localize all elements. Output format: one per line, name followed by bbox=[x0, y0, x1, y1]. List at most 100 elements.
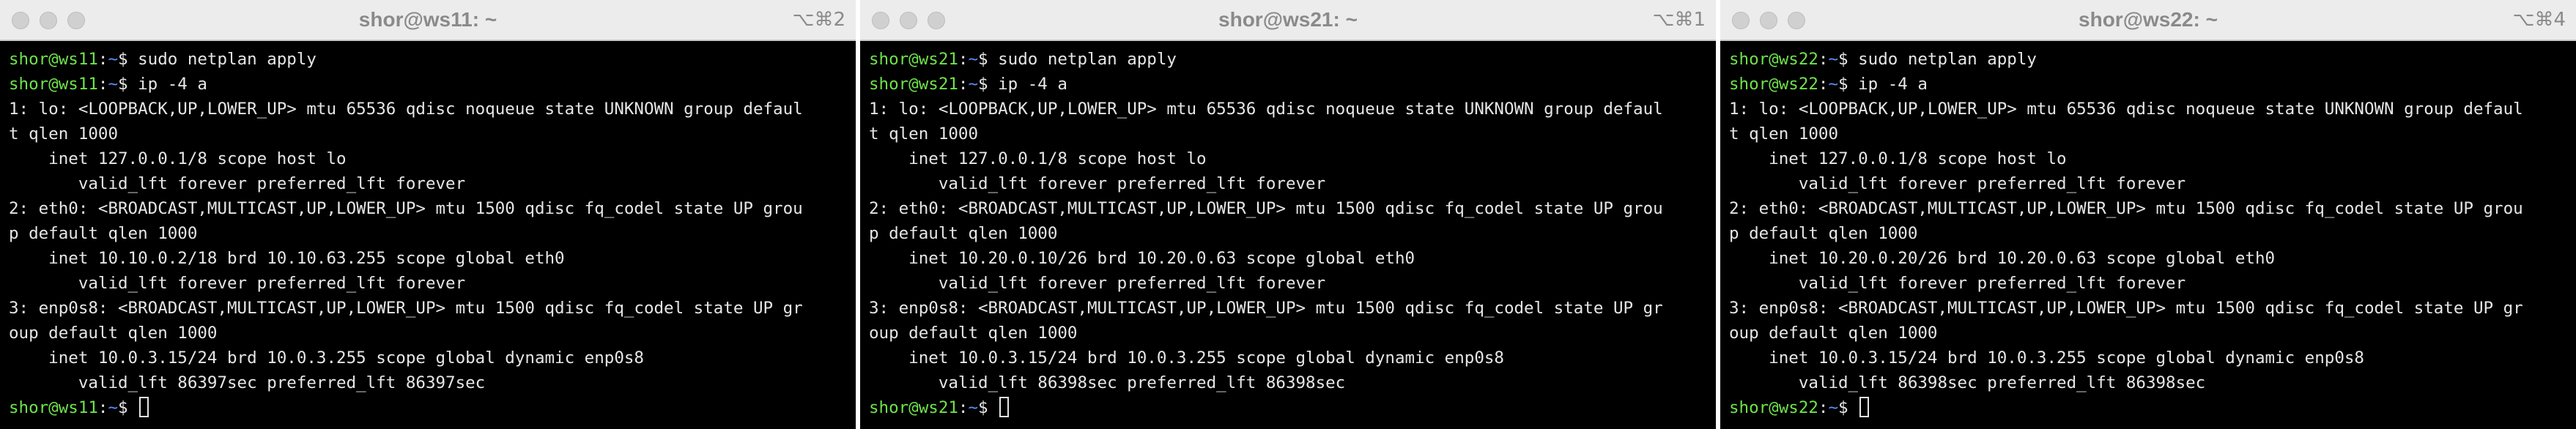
prompt-line: shor@ws11:~$ ip -4 a bbox=[9, 72, 856, 97]
output-line: valid_lft 86398sec preferred_lft 86398se… bbox=[1729, 373, 2206, 392]
prompt-separator: : bbox=[97, 50, 108, 69]
prompt-symbol: $ bbox=[118, 398, 128, 417]
prompt-symbol: $ bbox=[1838, 398, 1848, 417]
command-text: ip -4 a bbox=[1858, 75, 1928, 94]
prompt-line: shor@ws22:~$ bbox=[1729, 395, 2576, 420]
prompt-path: ~ bbox=[1828, 398, 1839, 417]
prompt-path: ~ bbox=[1828, 75, 1839, 94]
output-line: valid_lft forever preferred_lft forever bbox=[9, 274, 466, 293]
prompt-path: ~ bbox=[968, 50, 979, 69]
prompt-line: shor@ws11:~$ bbox=[9, 395, 856, 420]
output-line: 1: lo: <LOOPBACK,UP,LOWER_UP> mtu 65536 … bbox=[1729, 100, 2523, 119]
output-line: inet 127.0.0.1/8 scope host lo bbox=[1729, 149, 2067, 168]
command-text: ip -4 a bbox=[138, 75, 207, 94]
output-line: p default qlen 1000 bbox=[869, 224, 1058, 243]
prompt-line: shor@ws21:~$ sudo netplan apply bbox=[869, 47, 1716, 72]
output-line: 2: eth0: <BROADCAST,MULTICAST,UP,LOWER_U… bbox=[9, 199, 803, 218]
window-shortcut: ⌥⌘1 bbox=[1652, 9, 1706, 31]
output-line: valid_lft forever preferred_lft forever bbox=[9, 174, 466, 193]
window-title: shor@ws21: ~ bbox=[1218, 8, 1358, 31]
output-line: 3: enp0s8: <BROADCAST,MULTICAST,UP,LOWER… bbox=[1729, 299, 2523, 318]
output-line: valid_lft 86397sec preferred_lft 86397se… bbox=[9, 373, 486, 392]
prompt-user-host: shor@ws11 bbox=[9, 75, 98, 94]
prompt-line: shor@ws21:~$ ip -4 a bbox=[869, 72, 1716, 97]
window-shortcut: ⌥⌘2 bbox=[792, 9, 845, 31]
cursor-block[interactable] bbox=[999, 397, 1010, 417]
output-line: inet 10.20.0.10/26 brd 10.20.0.63 scope … bbox=[869, 249, 1415, 268]
terminal-output[interactable]: shor@ws21:~$ sudo netplan apply shor@ws21… bbox=[860, 41, 1716, 420]
prompt-path: ~ bbox=[108, 75, 119, 94]
output-line: inet 10.0.3.15/24 brd 10.0.3.255 scope g… bbox=[9, 348, 644, 368]
prompt-separator: : bbox=[958, 50, 969, 69]
prompt-separator: : bbox=[958, 75, 969, 94]
terminal-window-ws11[interactable]: shor@ws11: ~ ⌥⌘2 shor@ws11:~$ sudo netpl… bbox=[0, 0, 856, 429]
output-line: inet 10.20.0.20/26 brd 10.20.0.63 scope … bbox=[1729, 249, 2276, 268]
terminal-output[interactable]: shor@ws22:~$ sudo netplan apply shor@ws22… bbox=[1720, 41, 2576, 420]
terminal-window-ws21[interactable]: shor@ws21: ~ ⌥⌘1 shor@ws21:~$ sudo netpl… bbox=[860, 0, 1716, 429]
prompt-separator: : bbox=[1818, 398, 1829, 417]
cursor-block[interactable] bbox=[1859, 397, 1870, 417]
output-line: oup default qlen 1000 bbox=[9, 324, 218, 343]
prompt-separator: : bbox=[97, 398, 108, 417]
output-line: 2: eth0: <BROADCAST,MULTICAST,UP,LOWER_U… bbox=[1729, 199, 2523, 218]
command-text: sudo netplan apply bbox=[998, 50, 1177, 69]
output-line: inet 10.10.0.2/18 brd 10.10.63.255 scope… bbox=[9, 249, 565, 268]
window-title: shor@ws22: ~ bbox=[2079, 8, 2218, 31]
output-line: valid_lft 86398sec preferred_lft 86398se… bbox=[869, 373, 1346, 392]
prompt-line: shor@ws22:~$ sudo netplan apply bbox=[1729, 47, 2576, 72]
output-line: 3: enp0s8: <BROADCAST,MULTICAST,UP,LOWER… bbox=[869, 299, 1663, 318]
prompt-line: shor@ws11:~$ sudo netplan apply bbox=[9, 47, 856, 72]
output-line: t qlen 1000 bbox=[9, 124, 119, 143]
prompt-user-host: shor@ws21 bbox=[869, 50, 958, 69]
output-line: inet 127.0.0.1/8 scope host lo bbox=[9, 149, 347, 168]
output-line: valid_lft forever preferred_lft forever bbox=[869, 274, 1326, 293]
prompt-path: ~ bbox=[968, 75, 979, 94]
prompt-separator: : bbox=[1818, 75, 1829, 94]
output-line: valid_lft forever preferred_lft forever bbox=[1729, 274, 2186, 293]
output-line: p default qlen 1000 bbox=[9, 224, 198, 243]
output-line: p default qlen 1000 bbox=[1729, 224, 1918, 243]
output-line: inet 127.0.0.1/8 scope host lo bbox=[869, 149, 1207, 168]
prompt-path: ~ bbox=[108, 50, 119, 69]
output-line: 1: lo: <LOOPBACK,UP,LOWER_UP> mtu 65536 … bbox=[869, 100, 1663, 119]
prompt-symbol: $ bbox=[978, 398, 988, 417]
output-line: 3: enp0s8: <BROADCAST,MULTICAST,UP,LOWER… bbox=[9, 299, 803, 318]
output-line: inet 10.0.3.15/24 brd 10.0.3.255 scope g… bbox=[869, 348, 1504, 368]
output-line: valid_lft forever preferred_lft forever bbox=[869, 174, 1326, 193]
window-titlebar[interactable]: shor@ws11: ~ ⌥⌘2 bbox=[0, 0, 856, 41]
prompt-user-host: shor@ws22 bbox=[1729, 75, 1818, 94]
prompt-path: ~ bbox=[1828, 50, 1839, 69]
prompt-separator: : bbox=[97, 75, 108, 94]
prompt-line: shor@ws22:~$ ip -4 a bbox=[1729, 72, 2576, 97]
prompt-symbol: $ bbox=[978, 75, 988, 94]
window-titlebar[interactable]: shor@ws22: ~ ⌥⌘4 bbox=[1720, 0, 2576, 41]
prompt-symbol: $ bbox=[978, 50, 988, 69]
prompt-separator: : bbox=[958, 398, 969, 417]
prompt-user-host: shor@ws22 bbox=[1729, 50, 1818, 69]
prompt-user-host: shor@ws11 bbox=[9, 398, 98, 417]
prompt-user-host: shor@ws21 bbox=[869, 398, 958, 417]
output-line: oup default qlen 1000 bbox=[1729, 324, 1938, 343]
prompt-user-host: shor@ws22 bbox=[1729, 398, 1818, 417]
prompt-user-host: shor@ws21 bbox=[869, 75, 958, 94]
output-line: oup default qlen 1000 bbox=[869, 324, 1078, 343]
command-text: sudo netplan apply bbox=[1858, 50, 2037, 69]
output-line: t qlen 1000 bbox=[869, 124, 979, 143]
prompt-path: ~ bbox=[968, 398, 979, 417]
terminal-window-ws22[interactable]: shor@ws22: ~ ⌥⌘4 shor@ws22:~$ sudo netpl… bbox=[1720, 0, 2576, 429]
cursor-block[interactable] bbox=[139, 397, 149, 417]
desktop: shor@ws11: ~ ⌥⌘2 shor@ws11:~$ sudo netpl… bbox=[0, 0, 2576, 429]
output-line: 2: eth0: <BROADCAST,MULTICAST,UP,LOWER_U… bbox=[869, 199, 1663, 218]
output-line: t qlen 1000 bbox=[1729, 124, 1839, 143]
prompt-symbol: $ bbox=[118, 75, 128, 94]
output-line: 1: lo: <LOOPBACK,UP,LOWER_UP> mtu 65536 … bbox=[9, 100, 803, 119]
output-line: inet 10.0.3.15/24 brd 10.0.3.255 scope g… bbox=[1729, 348, 2364, 368]
terminal-output[interactable]: shor@ws11:~$ sudo netplan apply shor@ws11… bbox=[0, 41, 856, 420]
prompt-symbol: $ bbox=[1838, 75, 1848, 94]
window-shortcut: ⌥⌘4 bbox=[2512, 9, 2566, 31]
prompt-path: ~ bbox=[108, 398, 119, 417]
command-text: sudo netplan apply bbox=[138, 50, 317, 69]
prompt-user-host: shor@ws11 bbox=[9, 50, 98, 69]
prompt-symbol: $ bbox=[118, 50, 128, 69]
window-titlebar[interactable]: shor@ws21: ~ ⌥⌘1 bbox=[860, 0, 1716, 41]
